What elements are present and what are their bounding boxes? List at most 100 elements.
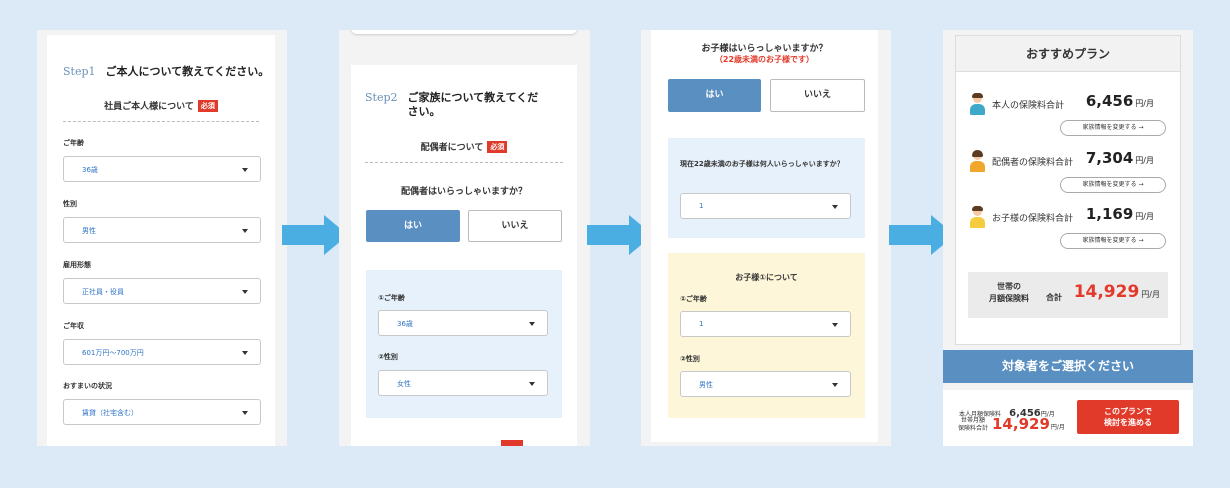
step-title: ご本人について教えてください。 <box>105 65 270 78</box>
caret-down-icon <box>242 351 248 355</box>
plan-value: 7,304 <box>1085 149 1134 167</box>
caret-down-icon <box>832 323 838 327</box>
sticky-footer: 本人月額保険料 6,456円/月 世帯月額 保険料合計 14,929円/月 この… <box>943 390 1193 446</box>
caret-down-icon <box>242 411 248 415</box>
field-label-age: ①ご年齢 <box>680 295 707 303</box>
section-title: 配偶者について <box>420 143 484 153</box>
change-family-button[interactable]: 家族情報を変更する → <box>1060 120 1166 136</box>
select-value: 賃貸（社宅含む） <box>82 409 138 417</box>
child-age-select[interactable]: 1 <box>680 311 851 337</box>
banner-text: 対象者をご選択ください <box>1001 359 1134 373</box>
spouse-question: 配偶者はいらっしゃいますか？ <box>400 187 527 197</box>
change-family-button[interactable]: 家族情報を変更する → <box>1060 233 1166 249</box>
footer-total-value: 14,929 <box>992 415 1050 433</box>
select-value: 601万円～700万円 <box>82 349 144 357</box>
panel-plan: おすすめプラン 本人の保険料合計 6,456 円/月 家族情報を変更する → 配偶… <box>943 30 1193 446</box>
divider <box>365 162 563 163</box>
total-label: 世帯の <box>997 282 1021 291</box>
children-count-select[interactable]: 1 <box>680 193 851 219</box>
step2-card: Step2 ご家族について教えてください。 配偶者について 必須 配偶者はいらっし… <box>351 65 577 446</box>
proceed-with-plan-button[interactable]: このプランで 検討を進める <box>1077 400 1179 434</box>
plan-label: お子様の保険料合計 <box>992 214 1074 224</box>
spouse-gender-select[interactable]: 女性 <box>378 370 548 396</box>
footer-total-label: 世帯月額 <box>960 417 985 424</box>
panel-step3: お子様はいらっしゃいますか？ （22歳未満のお子様です） はい いいえ 現在22… <box>641 30 891 446</box>
section-heading: 社員ご本人様について 必須 <box>47 99 275 112</box>
divider <box>63 121 259 122</box>
employment-select[interactable]: 正社員・役員 <box>63 278 261 304</box>
person-child-icon <box>968 206 986 229</box>
select-value: 女性 <box>397 380 411 388</box>
previous-card-edge <box>351 30 577 34</box>
cta-line: 検討を進める <box>1104 418 1152 427</box>
child-gender-select[interactable]: 男性 <box>680 371 851 397</box>
plan-title: おすすめプラン <box>1025 47 1110 61</box>
household-total-box: 世帯の 月額保険料 合計 14,929 円/月 <box>968 272 1168 318</box>
plan-title-bar: おすすめプラン <box>956 36 1180 72</box>
count-question: 現在22歳未満のお子様は何人いらっしゃいますか？ <box>680 160 844 168</box>
field-label-age: ①ご年齢 <box>378 294 405 302</box>
select-value: 男性 <box>82 227 96 235</box>
change-family-button[interactable]: 家族情報を変更する → <box>1060 177 1166 193</box>
plan-unit: 円/月 <box>1135 156 1154 165</box>
children-count-box: 現在22歳未満のお子様は何人いらっしゃいますか？ 1 <box>668 138 865 238</box>
no-button[interactable]: いいえ <box>468 210 562 242</box>
field-label-income: ご年収 <box>63 322 84 330</box>
total-unit: 円/月 <box>1141 290 1160 299</box>
children-note: （22歳未満のお子様です） <box>714 55 815 64</box>
plan-row-spouse: 配偶者の保険料合計 7,304 円/月 <box>968 149 1168 177</box>
section-heading: 配偶者について 必須 <box>351 140 577 153</box>
footer-total-label: 保険料合計 <box>957 425 988 432</box>
field-label-gender: 性別 <box>63 200 77 208</box>
total-prefix: 合計 <box>1046 293 1062 302</box>
plan-row-self: 本人の保険料合計 6,456 円/月 <box>968 92 1168 120</box>
plan-label: 本人の保険料合計 <box>992 101 1065 111</box>
red-tab-edge <box>501 440 523 446</box>
gender-select[interactable]: 男性 <box>63 217 261 243</box>
required-badge: 必須 <box>197 100 218 112</box>
child-details-box: お子様①について ①ご年齢 1 ②性別 男性 <box>668 253 865 418</box>
children-question: お子様はいらっしゃいますか？ <box>701 44 828 54</box>
no-button[interactable]: いいえ <box>770 79 865 112</box>
select-target-banner[interactable]: 対象者をご選択ください <box>943 350 1193 383</box>
field-label-employment: 雇用形態 <box>63 261 91 269</box>
plan-card: おすすめプラン 本人の保険料合計 6,456 円/月 家族情報を変更する → 配偶… <box>955 35 1181 345</box>
yes-button[interactable]: はい <box>668 79 761 112</box>
select-value: 男性 <box>699 381 713 389</box>
caret-down-icon <box>529 382 535 386</box>
caret-down-icon <box>529 322 535 326</box>
plan-label: 配偶者の保険料合計 <box>992 158 1074 168</box>
select-value: 正社員・役員 <box>82 288 124 296</box>
income-select[interactable]: 601万円～700万円 <box>63 339 261 365</box>
required-badge: 必須 <box>487 141 508 153</box>
field-label-gender: ②性別 <box>680 355 700 363</box>
section-title: 社員ご本人様について <box>104 102 194 112</box>
plan-value: 6,456 <box>1085 92 1134 110</box>
panel-step2: Step2 ご家族について教えてください。 配偶者について 必須 配偶者はいらっし… <box>339 30 590 446</box>
field-label-age: ご年齢 <box>63 139 84 147</box>
child-heading: お子様①について <box>735 273 798 282</box>
plan-unit: 円/月 <box>1135 212 1154 221</box>
housing-select[interactable]: 賃貸（社宅含む） <box>63 399 261 425</box>
footer-unit: 円/月 <box>1050 424 1065 431</box>
spouse-age-select[interactable]: 36歳 <box>378 310 548 336</box>
field-label-gender: ②性別 <box>378 353 398 361</box>
step-label: Step2 <box>365 91 398 104</box>
caret-down-icon <box>242 290 248 294</box>
age-select[interactable]: 36歳 <box>63 156 261 182</box>
total-value: 14,929 <box>1073 282 1140 302</box>
person-female-icon <box>968 150 986 173</box>
step-label: Step1 <box>63 65 96 78</box>
step1-card: Step1 ご本人について教えてください。 社員ご本人様について 必須 ご年齢 3… <box>47 35 275 446</box>
step-title: ご家族について教えてください。 <box>407 91 539 118</box>
caret-down-icon <box>832 205 838 209</box>
step3-card: お子様はいらっしゃいますか？ （22歳未満のお子様です） はい いいえ 現在22… <box>651 30 878 442</box>
select-value: 36歳 <box>397 320 413 328</box>
cta-line: このプランで <box>1104 407 1152 416</box>
plan-unit: 円/月 <box>1135 99 1154 108</box>
caret-down-icon <box>242 229 248 233</box>
select-value: 1 <box>699 320 704 328</box>
yes-button[interactable]: はい <box>366 210 460 242</box>
caret-down-icon <box>242 168 248 172</box>
panel-step1: Step1 ご本人について教えてください。 社員ご本人様について 必須 ご年齢 3… <box>37 30 287 446</box>
